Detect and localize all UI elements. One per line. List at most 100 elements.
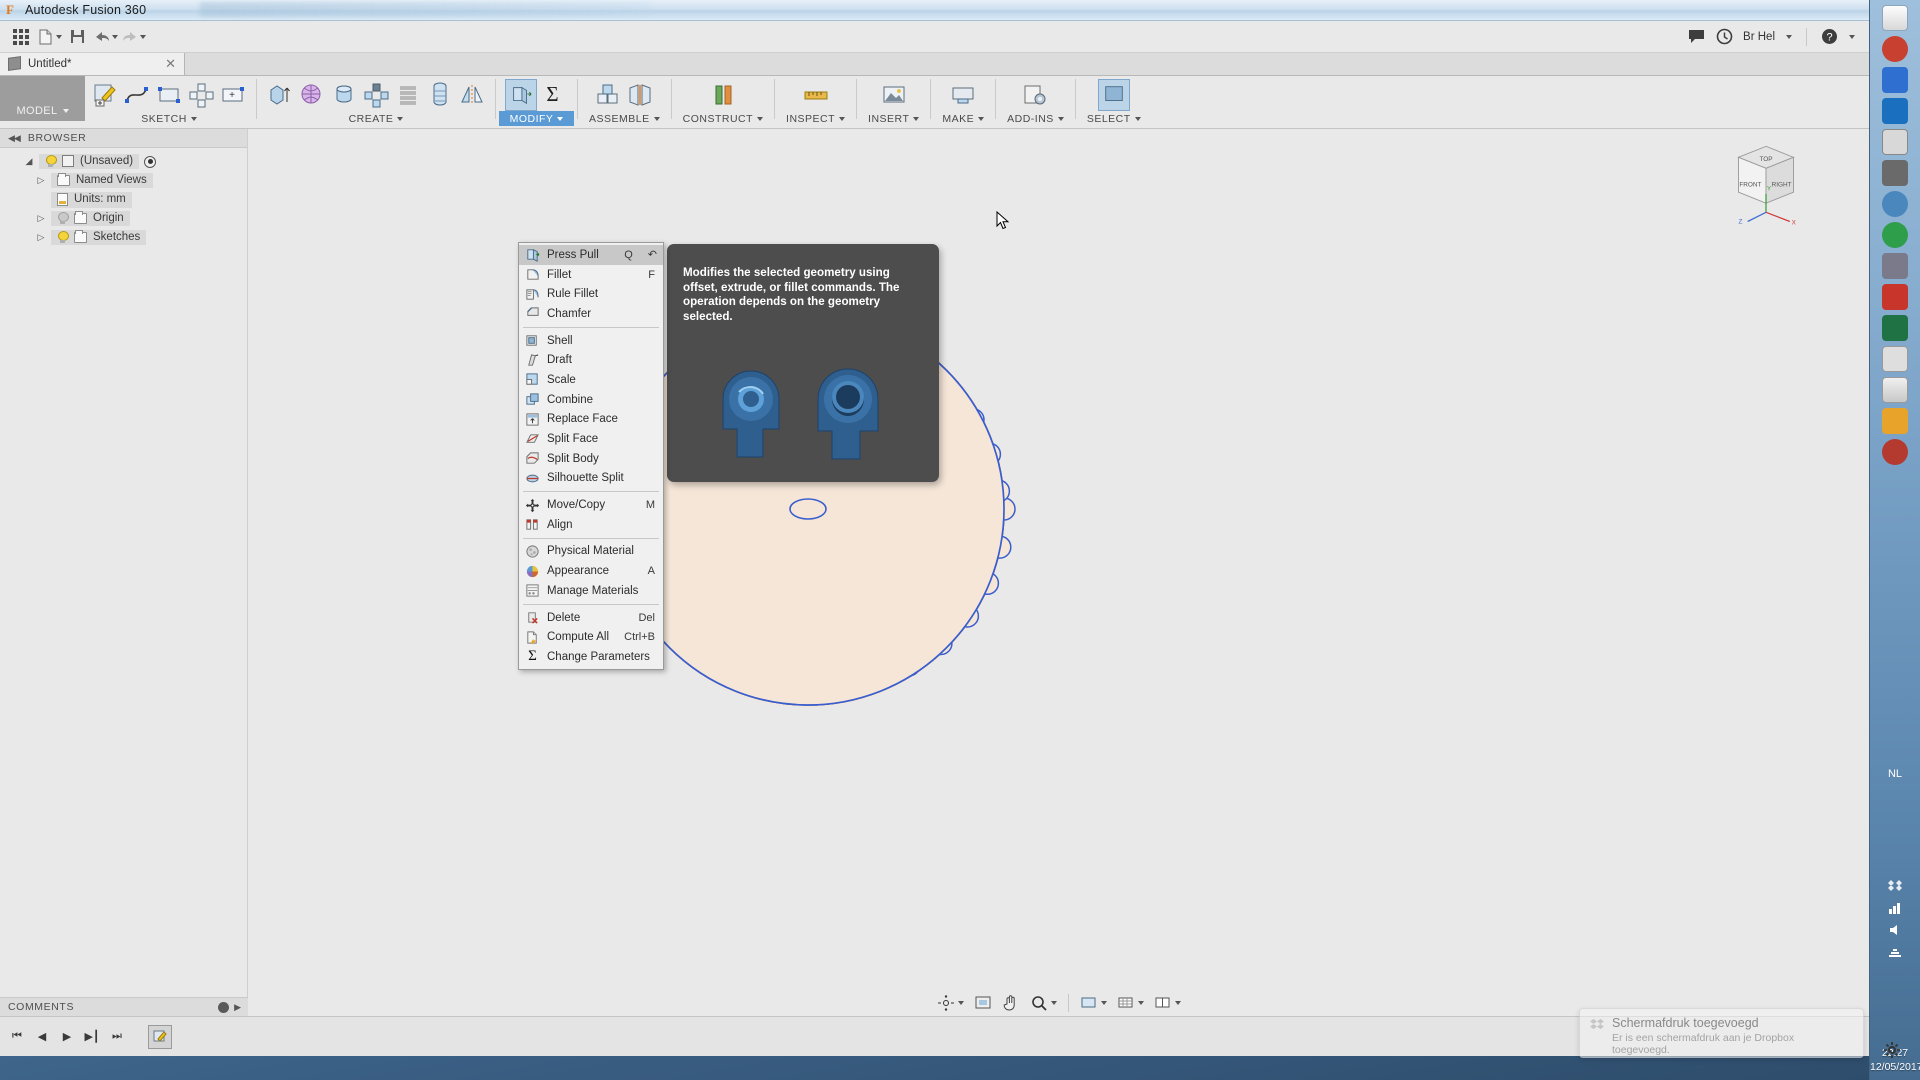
cylinder-button[interactable] [328,79,360,111]
menu-item-change-parameters[interactable]: Σ Change Parameters [519,647,663,667]
pan-button[interactable] [999,993,1023,1013]
taskbar-icon-app1[interactable] [1882,36,1908,62]
settings-gear-icon[interactable] [1884,1042,1900,1058]
visibility-bulb-icon[interactable] [45,155,56,167]
chevron-down-icon[interactable] [1849,35,1855,39]
visibility-bulb-icon[interactable] [57,212,68,224]
taskbar-icon-app4[interactable] [1882,191,1908,217]
taskbar-icon-fusion[interactable] [1882,377,1908,403]
taskbar-icon-app8[interactable] [1882,408,1908,434]
expand-arrow-icon[interactable]: ▷ [36,213,46,224]
ribbon-group-label-addins[interactable]: ADD-INS [999,111,1072,126]
expand-arrow-icon[interactable]: ▷ [36,175,46,186]
taskbar-icon-app2[interactable] [1882,67,1908,93]
tray-chart-icon[interactable] [1887,900,1903,916]
insert-image-button[interactable] [878,79,910,111]
menu-item-move-copy[interactable]: Move/Copy M [519,495,663,515]
tree-row-origin[interactable]: ▷ Origin [0,209,247,228]
timeline-sketch-marker[interactable] [148,1025,172,1049]
menu-item-chamfer[interactable]: Chamfer [519,304,663,324]
add-comment-icon[interactable] [218,1002,229,1013]
ribbon-group-label-sketch[interactable]: SKETCH [133,111,205,126]
tray-network-icon[interactable] [1887,944,1903,960]
timeline-go-to-end[interactable]: ⏭ [106,1026,128,1048]
ribbon-group-label-construct[interactable]: CONSTRUCT [675,111,771,126]
taskbar-icon-app3[interactable] [1882,160,1908,186]
ribbon-group-label-modify[interactable]: MODIFY [499,111,574,126]
taskbar-icon-app6[interactable] [1882,253,1908,279]
origin-node[interactable]: Origin [51,211,130,226]
menu-item-silhouette-split[interactable]: Silhouette Split [519,469,663,489]
taskbar-icon-app7[interactable] [1882,346,1908,372]
activate-component-icon[interactable] [144,156,156,168]
chevron-down-icon[interactable] [1786,35,1792,39]
taskbar-icon-app9[interactable] [1882,439,1908,465]
menu-item-draft[interactable]: Draft [519,350,663,370]
menu-item-align[interactable]: Align [519,515,663,535]
offset-plane-button[interactable] [707,79,739,111]
menu-item-combine[interactable]: Combine [519,390,663,410]
ribbon-group-label-make[interactable]: MAKE [934,111,992,126]
menu-item-delete[interactable]: Delete Del [519,608,663,628]
extrude-button[interactable] [264,79,296,111]
comment-icon[interactable] [1688,29,1706,45]
tray-volume-icon[interactable] [1887,922,1903,938]
dropbox-notification-toast[interactable]: Schermafdruk toegevoegd Er is een scherm… [1579,1008,1864,1058]
taskbar-icon-skype[interactable] [1882,98,1908,124]
menu-item-appearance[interactable]: Appearance A [519,561,663,581]
menu-item-replace-face[interactable]: Replace Face [519,410,663,430]
ribbon-group-label-select[interactable]: SELECT [1079,111,1149,126]
menu-item-physical-material[interactable]: Physical Material [519,542,663,562]
taskbar-icon-lock[interactable] [1882,129,1908,155]
menu-item-compute-all[interactable]: Compute All Ctrl+B [519,627,663,647]
menu-item-fillet[interactable]: Fillet F [519,265,663,285]
sketches-node[interactable]: Sketches [51,230,146,245]
viewports-button[interactable] [1151,993,1184,1013]
menu-item-scale[interactable]: Scale [519,370,663,390]
document-tab[interactable]: Untitled* ✕ [0,52,185,75]
ribbon-group-label-insert[interactable]: INSERT [860,111,927,126]
visibility-bulb-icon[interactable] [57,231,68,243]
undo-button[interactable] [92,24,118,50]
taskbar-icon-explorer[interactable] [1882,5,1908,31]
modify-dropdown-menu[interactable]: Press Pull Q ↶ Fillet F Rule Fillet [518,242,664,670]
tree-row-sketches[interactable]: ▷ Sketches [0,228,247,247]
collapse-left-icon[interactable]: ◀◀ [8,133,20,144]
timeline-step-forward[interactable]: ▶┃ [81,1026,103,1048]
taskbar-language[interactable]: NL [1870,768,1920,780]
3d-canvas[interactable]: TOP FRONT RIGHT Y Z X [248,129,1869,1056]
change-parameters-button[interactable]: Σ [537,79,569,111]
ribbon-group-label-inspect[interactable]: INSPECT [778,111,853,126]
scripts-addins-button[interactable] [1019,79,1051,111]
workspace-selector[interactable]: MODEL [0,76,85,121]
sketch-pattern-button[interactable] [185,79,217,111]
ribbon-group-label-create[interactable]: CREATE [341,111,412,126]
grid-snap-button[interactable] [1114,993,1147,1013]
taskbar-icon-pdf[interactable] [1882,284,1908,310]
mirror-button[interactable] [456,79,488,111]
named-views-node[interactable]: Named Views [51,173,153,188]
user-name[interactable]: Br Hel [1743,31,1775,43]
menu-item-split-body[interactable]: Split Body [519,449,663,469]
units-node[interactable]: Units: mm [51,192,132,208]
redo-button[interactable] [120,24,146,50]
tree-row-root[interactable]: ◢ (Unsaved) [0,152,247,171]
comments-panel[interactable]: COMMENTS ▶ [0,997,248,1016]
ribbon-group-label-assemble[interactable]: ASSEMBLE [581,111,668,126]
rectangle-button[interactable] [153,79,185,111]
save-button[interactable] [64,24,90,50]
tray-dropbox-icon[interactable] [1887,878,1903,894]
new-component-button[interactable] [592,79,624,111]
menu-item-press-pull[interactable]: Press Pull Q ↶ [519,245,663,265]
joint-button[interactable] [624,79,656,111]
measure-button[interactable] [800,79,832,111]
menu-item-shell[interactable]: Shell [519,331,663,351]
new-design-button[interactable] [36,24,62,50]
tree-row-named-views[interactable]: ▷ Named Views [0,171,247,190]
spline-button[interactable] [121,79,153,111]
menu-item-manage-materials[interactable]: Manage Materials [519,581,663,601]
create-sketch-button[interactable] [89,79,121,111]
show-apps-button[interactable] [8,24,34,50]
thread-button[interactable] [424,79,456,111]
expand-arrow-icon[interactable]: ◢ [24,156,34,167]
